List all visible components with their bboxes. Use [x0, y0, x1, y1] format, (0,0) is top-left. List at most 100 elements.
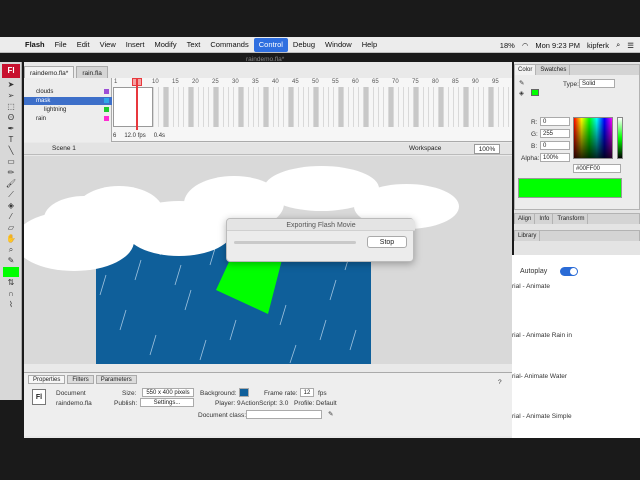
tab-parameters[interactable]: Parameters [95, 375, 137, 384]
battery-level[interactable]: 18% [500, 41, 515, 50]
text-tool-icon[interactable]: T [3, 135, 19, 145]
smooth-icon[interactable]: ⌇ [3, 300, 19, 310]
player-version: Player: 9 [215, 400, 241, 407]
blue-label: B: [531, 143, 538, 150]
menu-file[interactable]: File [50, 38, 72, 52]
zoom-select[interactable]: 100% [474, 144, 500, 154]
dialog-title: Exporting Flash Movie [286, 222, 356, 229]
frame-area[interactable]: 1 5 10 15 20 25 30 35 40 45 50 55 60 65 … [113, 78, 512, 130]
red-field[interactable]: 0 [540, 117, 570, 126]
blue-field[interactable]: 0 [540, 141, 570, 150]
layer-clouds[interactable]: clouds [24, 88, 112, 96]
video-title[interactable]: rial - Animate Simple [512, 413, 572, 420]
menu-window[interactable]: Window [320, 38, 357, 52]
frame-ruler[interactable]: 1 5 10 15 20 25 30 35 40 45 50 55 60 65 … [113, 78, 512, 87]
autoplay-toggle[interactable] [560, 267, 578, 276]
layer-lightning[interactable]: lightning [24, 106, 112, 114]
library-panel: Library [514, 230, 640, 241]
tab-filters[interactable]: Filters [67, 375, 94, 384]
search-icon[interactable]: ⌕ [616, 40, 620, 50]
menu-edit[interactable]: Edit [72, 38, 95, 52]
clock[interactable]: Mon 9:23 PM [535, 41, 580, 50]
playhead[interactable] [136, 78, 138, 130]
menu-debug[interactable]: Debug [288, 38, 320, 52]
pencil-tool-icon[interactable]: ✏ [3, 168, 19, 178]
tab-align[interactable]: Align [515, 214, 536, 224]
bone-tool-icon[interactable]: ⟋ [3, 190, 19, 200]
menu-insert[interactable]: Insert [121, 38, 150, 52]
type-label: Type: [563, 81, 579, 88]
tab-swatches[interactable]: Swatches [537, 65, 571, 75]
autoplay-label: Autoplay [520, 268, 548, 275]
subselect-tool-icon[interactable]: ➢ [3, 91, 19, 101]
wifi-icon[interactable]: ◠ [522, 41, 529, 50]
tab-info[interactable]: Info [536, 214, 554, 224]
properties-panel: Properties Filters Parameters Fl Documen… [24, 372, 512, 436]
paint-bucket-icon[interactable]: ◈ [3, 201, 19, 211]
stop-button[interactable]: Stop [367, 236, 407, 248]
menu-modify[interactable]: Modify [150, 38, 182, 52]
menu-commands[interactable]: Commands [205, 38, 253, 52]
export-dialog: Exporting Flash Movie Stop [226, 218, 415, 262]
type-select[interactable]: Solid [579, 79, 615, 88]
fill-color-icon[interactable] [3, 267, 19, 277]
layer-rain[interactable]: rain [24, 115, 112, 123]
stroke-pencil-icon[interactable]: ✎ [519, 79, 524, 87]
framerate-field[interactable]: 12 [300, 388, 314, 397]
settings-button[interactable]: Settings... [140, 398, 194, 407]
panel-help-icon[interactable]: ? [498, 379, 502, 386]
stage-scrollbar[interactable] [24, 364, 512, 370]
layer-mask[interactable]: mask [24, 97, 112, 105]
frame-number: 95 [492, 79, 499, 85]
menu-list-icon[interactable]: ☰ [627, 41, 634, 50]
video-title[interactable]: rial - Animate Rain in [512, 332, 572, 339]
eyedropper-icon[interactable]: ⁄ [3, 212, 19, 222]
rectangle-tool-icon[interactable]: ▭ [3, 157, 19, 167]
zoom-tool-icon[interactable]: ⌕ [3, 245, 19, 255]
actionscript-version: ActionScript: 3.0 [241, 400, 289, 407]
alpha-field[interactable]: 100% [540, 153, 570, 162]
background-color-swatch[interactable] [239, 388, 249, 397]
menu-control[interactable]: Control [253, 37, 288, 52]
stroke-color-icon[interactable]: ✎ [3, 256, 19, 266]
frame-number: 20 [192, 79, 199, 85]
cloud-shape[interactable] [44, 196, 124, 241]
fill-bucket-icon[interactable]: ◈ [519, 89, 524, 97]
current-frame: 6 [113, 133, 117, 139]
keyframe-span[interactable] [113, 87, 153, 127]
transform-tool-icon[interactable]: ⬚ [3, 102, 19, 112]
pen-tool-icon[interactable]: ✒ [3, 124, 19, 134]
screen: Flash File Edit View Insert Modify Text … [0, 0, 640, 480]
swap-colors-icon[interactable]: ⇅ [3, 278, 19, 288]
fill-swatch[interactable] [531, 89, 539, 96]
line-tool-icon[interactable]: ╲ [3, 146, 19, 156]
green-field[interactable]: 255 [540, 129, 570, 138]
video-title[interactable]: rial - Animate [512, 283, 550, 290]
workspace-menu[interactable]: Workspace [409, 143, 441, 155]
menu-app-name[interactable]: Flash [20, 38, 50, 52]
snap-icon[interactable]: ∩ [3, 289, 19, 299]
scene-name[interactable]: Scene 1 [52, 143, 76, 155]
user-name[interactable]: kipferk [587, 41, 609, 50]
selection-tool-icon[interactable]: ➤ [3, 80, 19, 90]
tab-properties[interactable]: Properties [28, 375, 66, 384]
video-title[interactable]: rial- Animate Water [512, 373, 567, 380]
frame-number: 50 [312, 79, 319, 85]
hand-tool-icon[interactable]: ✋ [3, 234, 19, 244]
menu-view[interactable]: View [95, 38, 121, 52]
brightness-slider[interactable] [617, 117, 623, 159]
hex-field[interactable]: #00FF00 [573, 164, 621, 173]
color-picker-field[interactable] [573, 117, 613, 159]
brush-tool-icon[interactable]: 🖌 [3, 179, 19, 189]
eraser-tool-icon[interactable]: ▱ [3, 223, 19, 233]
lasso-tool-icon[interactable]: ʘ [3, 113, 19, 123]
menu-help[interactable]: Help [357, 38, 382, 52]
document-class-field[interactable] [246, 410, 322, 419]
menu-text[interactable]: Text [182, 38, 206, 52]
edit-class-pencil-icon[interactable]: ✎ [328, 410, 333, 418]
frame-grid[interactable] [113, 87, 512, 127]
tab-color[interactable]: Color [515, 65, 537, 75]
tab-library[interactable]: Library [515, 231, 541, 241]
tab-transform[interactable]: Transform [554, 214, 589, 224]
size-button[interactable]: 550 x 400 pixels [142, 388, 194, 397]
